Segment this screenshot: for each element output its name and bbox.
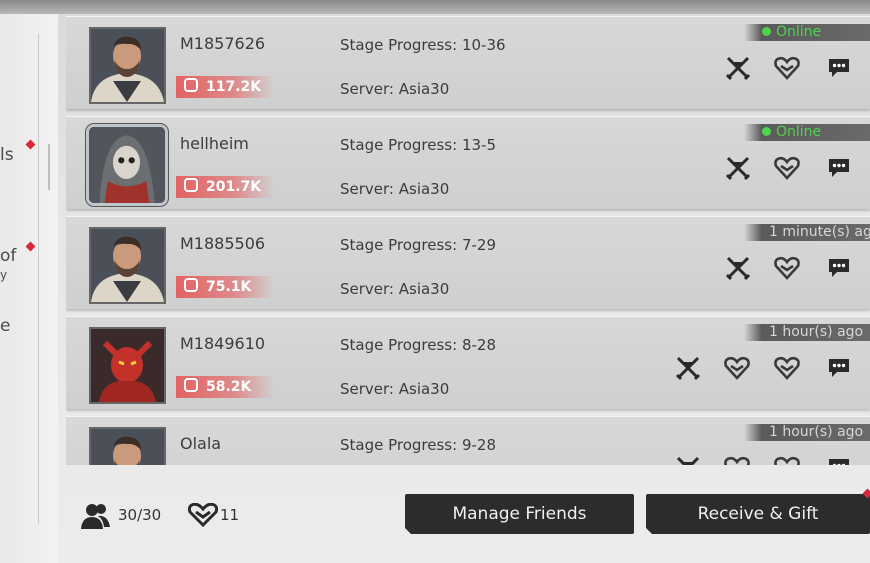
power-badge: 201.7K [176, 176, 274, 198]
stage-progress: Stage Progress: 8-28 [340, 336, 496, 354]
avatar[interactable] [89, 27, 166, 104]
friend-card[interactable]: M1849610 58.2K Stage Progress: 8-28 Server:… [66, 316, 870, 409]
gift-heart-icon[interactable] [724, 355, 750, 381]
crossed-swords-icon[interactable] [725, 155, 751, 181]
fist-icon [184, 178, 198, 192]
gift-heart-icon[interactable] [774, 255, 800, 281]
friend-name: M1885506 [180, 234, 266, 253]
avatar[interactable] [89, 427, 166, 465]
friends-icon [80, 503, 114, 533]
fist-icon [184, 278, 198, 292]
power-badge: 117.2K [176, 76, 274, 98]
server-label: Server: Asia30 [340, 280, 450, 298]
status-text: Online [776, 124, 822, 140]
status-text: 1 minute(s) ago [769, 224, 870, 240]
friend-count: 30/30 [118, 506, 162, 524]
sidebar-tab-label-3: y [0, 268, 8, 282]
friend-card[interactable]: Olala Stage Progress: 9-28 1 hour(s) ago [66, 416, 870, 465]
gift-heart-icon[interactable] [774, 55, 800, 81]
stage-progress: Stage Progress: 9-28 [340, 436, 496, 454]
power-badge: 75.1K [176, 276, 274, 298]
server-label: Server: Asia30 [340, 380, 450, 398]
sidebar-tab-label-4[interactable]: e [0, 316, 10, 336]
receive-gift-button[interactable]: Receive & Gift [646, 494, 870, 534]
fist-icon [184, 378, 198, 392]
top-bar [0, 0, 870, 14]
footer-bar: 30/30 11 Manage Friends Receive & Gift [0, 470, 870, 563]
avatar[interactable] [89, 327, 166, 404]
chat-icon[interactable] [826, 455, 852, 465]
chat-icon[interactable] [826, 355, 852, 381]
crossed-swords-icon[interactable] [725, 55, 751, 81]
power-value: 201.7K [206, 179, 262, 195]
friend-name: hellheim [180, 134, 249, 153]
status-text: Online [776, 24, 822, 40]
status-badge: Online [744, 24, 870, 41]
stage-progress: Stage Progress: 10-36 [340, 36, 506, 54]
status-badge: 1 minute(s) ago [744, 224, 870, 241]
friend-name: M1857626 [180, 34, 266, 53]
chat-icon[interactable] [826, 255, 852, 281]
sidebar-tab-label-1[interactable]: ls [0, 145, 14, 165]
fist-icon [184, 78, 198, 92]
friend-list[interactable]: M1857626 117.2K Stage Progress: 10-36 Serve… [66, 14, 870, 465]
friend-card[interactable]: hellheim 201.7K Stage Progress: 13-5 Server… [66, 116, 870, 209]
server-label: Server: Asia30 [340, 80, 450, 98]
avatar[interactable] [89, 227, 166, 304]
online-dot [762, 127, 771, 136]
status-badge: 1 hour(s) ago [744, 324, 870, 341]
chat-icon[interactable] [826, 55, 852, 81]
chat-icon[interactable] [826, 155, 852, 181]
gift-heart-icon[interactable] [774, 355, 800, 381]
power-value: 58.2K [206, 379, 252, 395]
manage-friends-button[interactable]: Manage Friends [405, 494, 634, 534]
active-tab-pointer [34, 144, 50, 190]
friend-card[interactable]: M1857626 117.2K Stage Progress: 10-36 Serve… [66, 16, 870, 109]
heart-count: 11 [220, 506, 240, 524]
power-badge: 58.2K [176, 376, 274, 398]
sidebar-divider [38, 34, 39, 524]
stage-progress: Stage Progress: 7-29 [340, 236, 496, 254]
crossed-swords-icon[interactable] [675, 355, 701, 381]
friend-name: M1849610 [180, 334, 266, 353]
avatar[interactable] [86, 124, 168, 206]
friend-name: Olala [180, 434, 222, 453]
gift-heart-icon[interactable] [774, 155, 800, 181]
status-badge: 1 hour(s) ago [744, 424, 870, 441]
sidebar-tab-label-2[interactable]: of [0, 246, 16, 266]
power-value: 75.1K [206, 279, 252, 295]
status-text: 1 hour(s) ago [769, 424, 864, 440]
stage-progress: Stage Progress: 13-5 [340, 136, 496, 154]
gift-heart-icon[interactable] [774, 455, 800, 465]
hearts-icon [187, 502, 219, 531]
server-label: Server: Asia30 [340, 180, 450, 198]
status-text: 1 hour(s) ago [769, 324, 864, 340]
power-value: 117.2K [206, 79, 262, 95]
crossed-swords-icon[interactable] [675, 455, 701, 465]
gift-heart-icon[interactable] [724, 455, 750, 465]
online-dot [762, 27, 771, 36]
friend-card[interactable]: M1885506 75.1K Stage Progress: 7-29 Server:… [66, 216, 870, 309]
status-badge: Online [744, 124, 870, 141]
notification-dot [25, 241, 36, 252]
crossed-swords-icon[interactable] [725, 255, 751, 281]
